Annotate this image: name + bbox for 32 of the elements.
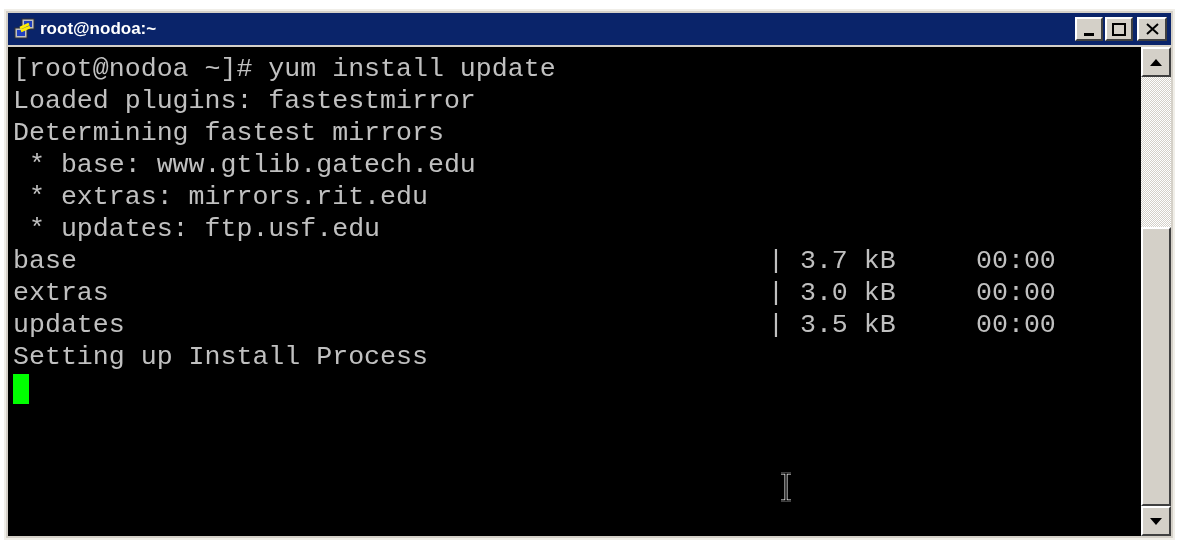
terminal-line: Setting up Install Process — [13, 341, 428, 373]
close-icon — [1145, 23, 1159, 35]
terminal-line: * updates: ftp.usf.edu — [27, 213, 381, 245]
minimize-button[interactable] — [1075, 17, 1103, 41]
window-title: root@nodoa:~ — [40, 18, 157, 41]
download-size: | 3.5 kB — [768, 309, 897, 341]
terminal-line: * extras: mirrors.rit.edu — [27, 181, 428, 213]
scroll-down-button[interactable] — [1141, 506, 1171, 536]
computers-icon — [14, 18, 36, 40]
download-time: 00:00 — [976, 245, 1056, 277]
terminal-line: * base: www.gtlib.gatech.edu — [27, 149, 476, 181]
minimize-icon — [1084, 33, 1094, 36]
maximize-icon — [1112, 22, 1126, 36]
repo-name: base — [13, 245, 78, 277]
text-cursor — [13, 374, 29, 404]
scrollbar[interactable] — [1141, 47, 1171, 536]
repo-name: updates — [13, 309, 126, 341]
download-time: 00:00 — [976, 309, 1056, 341]
close-button[interactable] — [1137, 17, 1167, 41]
i-beam-pointer-icon — [780, 472, 792, 502]
scrollbar-thumb[interactable] — [1141, 227, 1171, 506]
terminal-line: [root@nodoa ~]# yum install update — [13, 53, 556, 85]
scroll-up-button[interactable] — [1141, 47, 1171, 77]
down-triangle-icon — [1150, 517, 1162, 525]
up-triangle-icon — [1150, 58, 1162, 66]
terminal-line: Loaded plugins: fastestmirror — [13, 85, 476, 117]
maximize-button[interactable] — [1105, 17, 1133, 41]
download-size: | 3.7 kB — [768, 245, 897, 277]
terminal-line: Determining fastest mirrors — [13, 117, 444, 149]
download-size: | 3.0 kB — [768, 277, 897, 309]
repo-name: extras — [13, 277, 110, 309]
download-time: 00:00 — [976, 277, 1056, 309]
